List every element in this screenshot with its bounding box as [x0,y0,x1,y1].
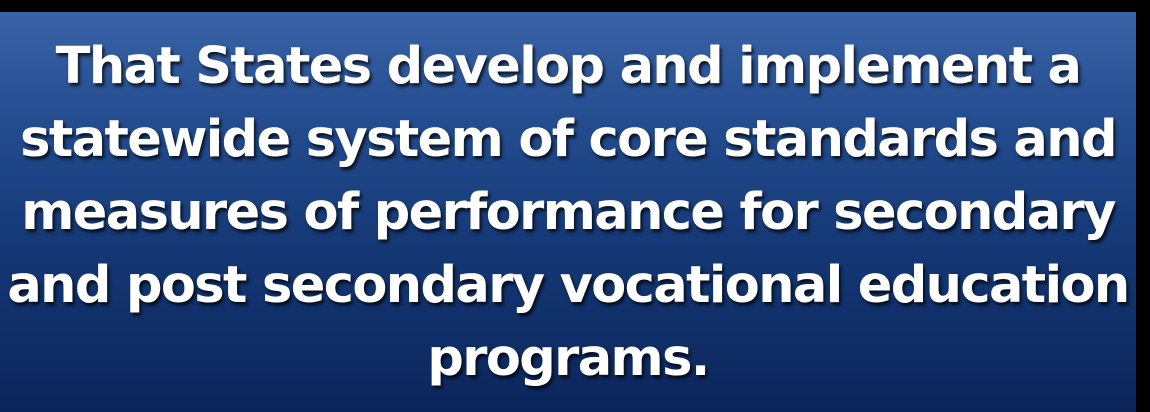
statement-text: That States develop and implement a stat… [6,30,1130,395]
statement-line-3: measures of performance for secondary [21,182,1116,242]
statement-line-1: That States develop and implement a [55,36,1082,96]
statement-line-2: statewide system of core standards and [20,109,1117,169]
slide: That States develop and implement a stat… [0,0,1150,412]
statement-line-4: and post secondary vocational education [7,255,1130,315]
statement-line-5: programs. [427,328,710,388]
slide-panel: That States develop and implement a stat… [0,12,1136,412]
